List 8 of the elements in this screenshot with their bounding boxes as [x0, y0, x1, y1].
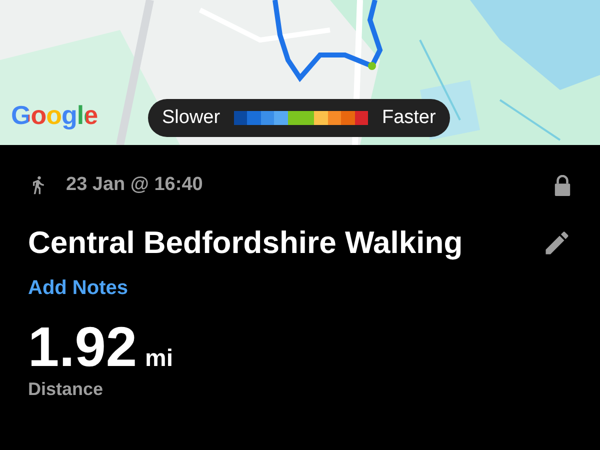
legend-label: Slower — [162, 107, 220, 129]
stat-unit: mi — [145, 345, 174, 373]
activity-date: 23 Jan @ 16:40 — [66, 174, 203, 196]
legend-label: Faster — [382, 107, 436, 129]
activity-title: Central Bedfordshire Walking — [28, 225, 463, 261]
stat-value: 1.92 — [28, 318, 137, 377]
add-notes-link[interactable]: Add Notes — [28, 277, 128, 300]
stat-label: Distance — [28, 378, 104, 400]
